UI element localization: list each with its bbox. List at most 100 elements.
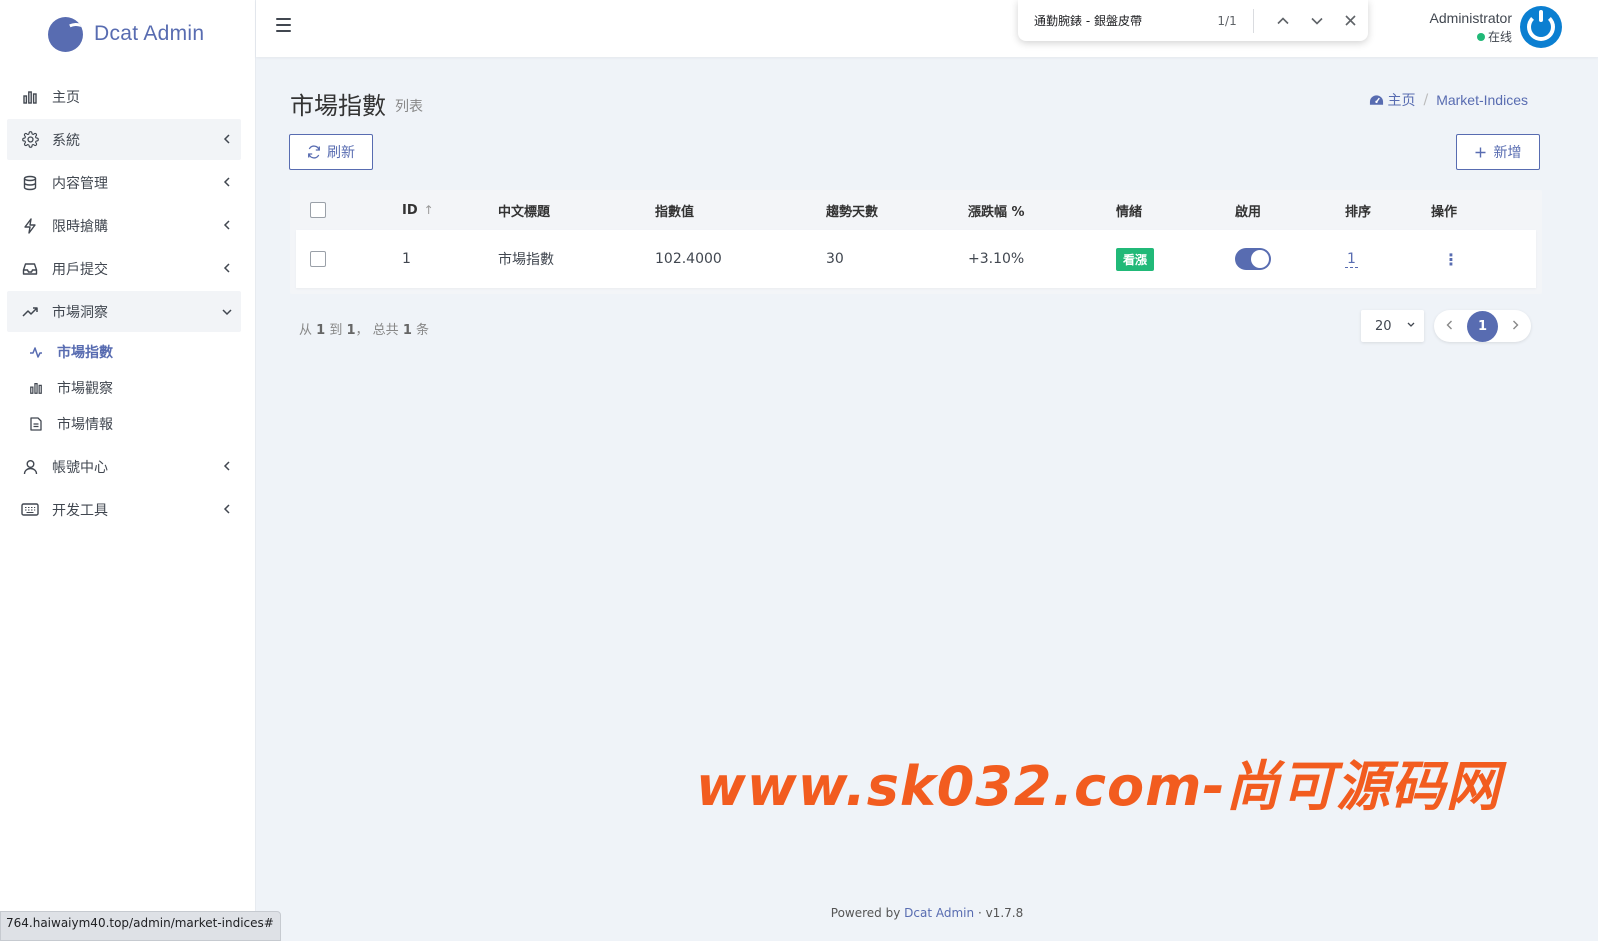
sort-editable-link[interactable]: 1 xyxy=(1345,251,1358,268)
dashboard-icon xyxy=(1370,95,1384,105)
sidebar-item-label: 开发工具 xyxy=(52,502,108,519)
sidebar-subitem-market-index[interactable]: 市場指數 xyxy=(0,334,255,370)
brand[interactable]: Dcat Admin xyxy=(0,0,255,68)
sidebar-subitem-label: 市場觀察 xyxy=(57,381,113,397)
refresh-button[interactable]: 刷新 xyxy=(289,134,373,170)
chevron-down-icon xyxy=(213,305,241,319)
footer: Powered by Dcat Admin · v1.7.8 xyxy=(256,906,1598,920)
breadcrumb-current: Market-Indices xyxy=(1436,92,1528,108)
enabled-toggle[interactable] xyxy=(1235,248,1271,270)
header-sort: 排序 xyxy=(1345,204,1372,220)
pager-info-prefix: 从 xyxy=(299,323,313,338)
footer-link[interactable]: Dcat Admin xyxy=(904,906,974,920)
sidebar-subitem-market-watch[interactable]: 市場觀察 xyxy=(0,370,255,406)
cell-title: 市場指數 xyxy=(498,252,554,268)
chevron-down-icon xyxy=(1311,17,1323,25)
pagination-info: 从 1 到 1， 总共 1 条 xyxy=(299,319,429,338)
brand-logo-icon xyxy=(48,16,83,52)
cell-id: 1 xyxy=(402,251,411,267)
sidebar-item-flash-sale[interactable]: 限時搶購 xyxy=(7,205,241,246)
footer-powered-by: Powered by xyxy=(830,906,901,920)
next-page-button[interactable] xyxy=(1512,319,1519,334)
plus-icon xyxy=(1475,147,1485,157)
find-close-button[interactable] xyxy=(1334,5,1368,37)
sidebar-item-account-center[interactable]: 帳號中心 xyxy=(7,446,241,487)
sort-up-arrow-icon[interactable]: ↑ xyxy=(424,203,434,217)
status-bar-url: 764.haiwaiym40.top/admin/market-indices# xyxy=(0,911,281,941)
pulse-icon xyxy=(29,345,43,359)
trend-up-icon xyxy=(21,303,39,321)
main-content: 市場指數 列表 主页 / Market-Indices 刷新 新增 ID ↑ 中文… xyxy=(288,57,1542,342)
chevron-up-icon xyxy=(1277,16,1289,24)
chevron-left-icon xyxy=(213,219,241,233)
sidebar-item-user-submissions[interactable]: 用戶提交 xyxy=(7,248,241,289)
sidebar-item-label: 用戶提交 xyxy=(52,261,108,278)
new-button-label: 新增 xyxy=(1493,144,1522,160)
chevron-right-icon xyxy=(1513,320,1519,329)
refresh-icon xyxy=(308,145,320,159)
per-page-select[interactable]: 20 xyxy=(1361,310,1424,342)
chevron-left-icon xyxy=(213,176,241,190)
select-all-checkbox[interactable] xyxy=(310,202,326,218)
find-previous-button[interactable] xyxy=(1266,5,1300,37)
sidebar-item-label: 主页 xyxy=(52,89,80,106)
chevron-left-icon xyxy=(213,133,241,147)
pager-total: 1 xyxy=(402,323,412,338)
sidebar: Dcat Admin 主页 系統 内容管理 限時搶購 用戶提交 市場洞察 市場指… xyxy=(0,0,256,941)
document-icon xyxy=(29,417,43,431)
header-ops: 操作 xyxy=(1431,204,1458,220)
header-value: 指數值 xyxy=(655,204,695,220)
prev-page-button[interactable] xyxy=(1446,319,1453,334)
find-divider xyxy=(1252,8,1254,33)
new-button[interactable]: 新增 xyxy=(1456,134,1540,170)
chevron-down-icon xyxy=(1407,320,1415,331)
breadcrumb: 主页 / Market-Indices xyxy=(1369,90,1528,110)
database-icon xyxy=(21,174,39,192)
sidebar-item-market-insights[interactable]: 市場洞察 xyxy=(7,291,241,332)
page-number-button[interactable]: 1 xyxy=(1467,310,1498,342)
header-id[interactable]: ID ↑ xyxy=(402,203,498,218)
breadcrumb-separator: / xyxy=(1423,92,1429,108)
hamburger-menu-icon[interactable] xyxy=(276,18,291,32)
cell-mood: 看漲 xyxy=(1116,247,1235,271)
row-checkbox[interactable] xyxy=(310,251,326,267)
page-description: 列表 xyxy=(395,99,423,115)
sidebar-subitem-market-intel[interactable]: 市場情報 xyxy=(0,406,255,442)
header-select-all xyxy=(296,202,402,218)
online-status-dot xyxy=(1476,32,1485,41)
avatar[interactable] xyxy=(1520,6,1562,48)
chevron-left-icon xyxy=(213,262,241,276)
find-in-page-bar: 通勤腕錶 - 銀盤皮帶 1/1 xyxy=(1018,0,1368,41)
brand-name: Dcat Admin xyxy=(94,22,205,45)
page-header: 市場指數 列表 主页 / Market-Indices xyxy=(288,57,1542,134)
find-input[interactable]: 通勤腕錶 - 銀盤皮帶 xyxy=(1034,12,1199,29)
sidebar-item-content[interactable]: 内容管理 xyxy=(7,162,241,203)
sidebar-item-label: 市場洞察 xyxy=(52,304,108,321)
breadcrumb-home[interactable]: 主页 xyxy=(1369,90,1415,110)
user-icon xyxy=(21,458,39,476)
data-table: ID ↑ 中文標題 指數值 趨勢天數 漲跌幅 % 情緒 啟用 排序 操作 1 市場… xyxy=(290,190,1542,294)
sidebar-menu: 主页 系統 内容管理 限時搶購 用戶提交 市場洞察 市場指數 市場觀察 市場情報… xyxy=(0,76,255,530)
more-actions-icon[interactable]: ⋮ xyxy=(1431,250,1459,269)
user-name: Administrator xyxy=(1429,10,1512,26)
user-status-text: 在线 xyxy=(1487,30,1512,44)
pagination: 1 xyxy=(1434,310,1531,342)
row-select xyxy=(296,251,402,267)
find-match-count: 1/1 xyxy=(1217,13,1237,28)
mood-badge: 看漲 xyxy=(1116,247,1155,271)
header-mood: 情緒 xyxy=(1116,204,1143,220)
close-icon xyxy=(1345,15,1357,26)
pager-to: 1 xyxy=(346,323,356,338)
sidebar-item-label: 帳號中心 xyxy=(52,459,108,476)
sidebar-item-label: 系統 xyxy=(52,132,80,149)
top-navbar: Administrator 在线 xyxy=(256,0,1598,57)
sidebar-item-dev-tools[interactable]: 开发工具 xyxy=(7,489,241,530)
table-header: ID ↑ 中文標題 指數值 趨勢天數 漲跌幅 % 情緒 啟用 排序 操作 xyxy=(296,190,1536,230)
find-next-button[interactable] xyxy=(1300,5,1334,37)
sidebar-item-home[interactable]: 主页 xyxy=(7,76,241,117)
per-page-value: 20 xyxy=(1375,318,1392,334)
page-title: 市場指數 xyxy=(290,92,386,120)
sidebar-item-system[interactable]: 系統 xyxy=(7,119,241,160)
user-menu[interactable]: Administrator 在线 xyxy=(1430,10,1512,45)
power-icon xyxy=(1527,10,1555,41)
